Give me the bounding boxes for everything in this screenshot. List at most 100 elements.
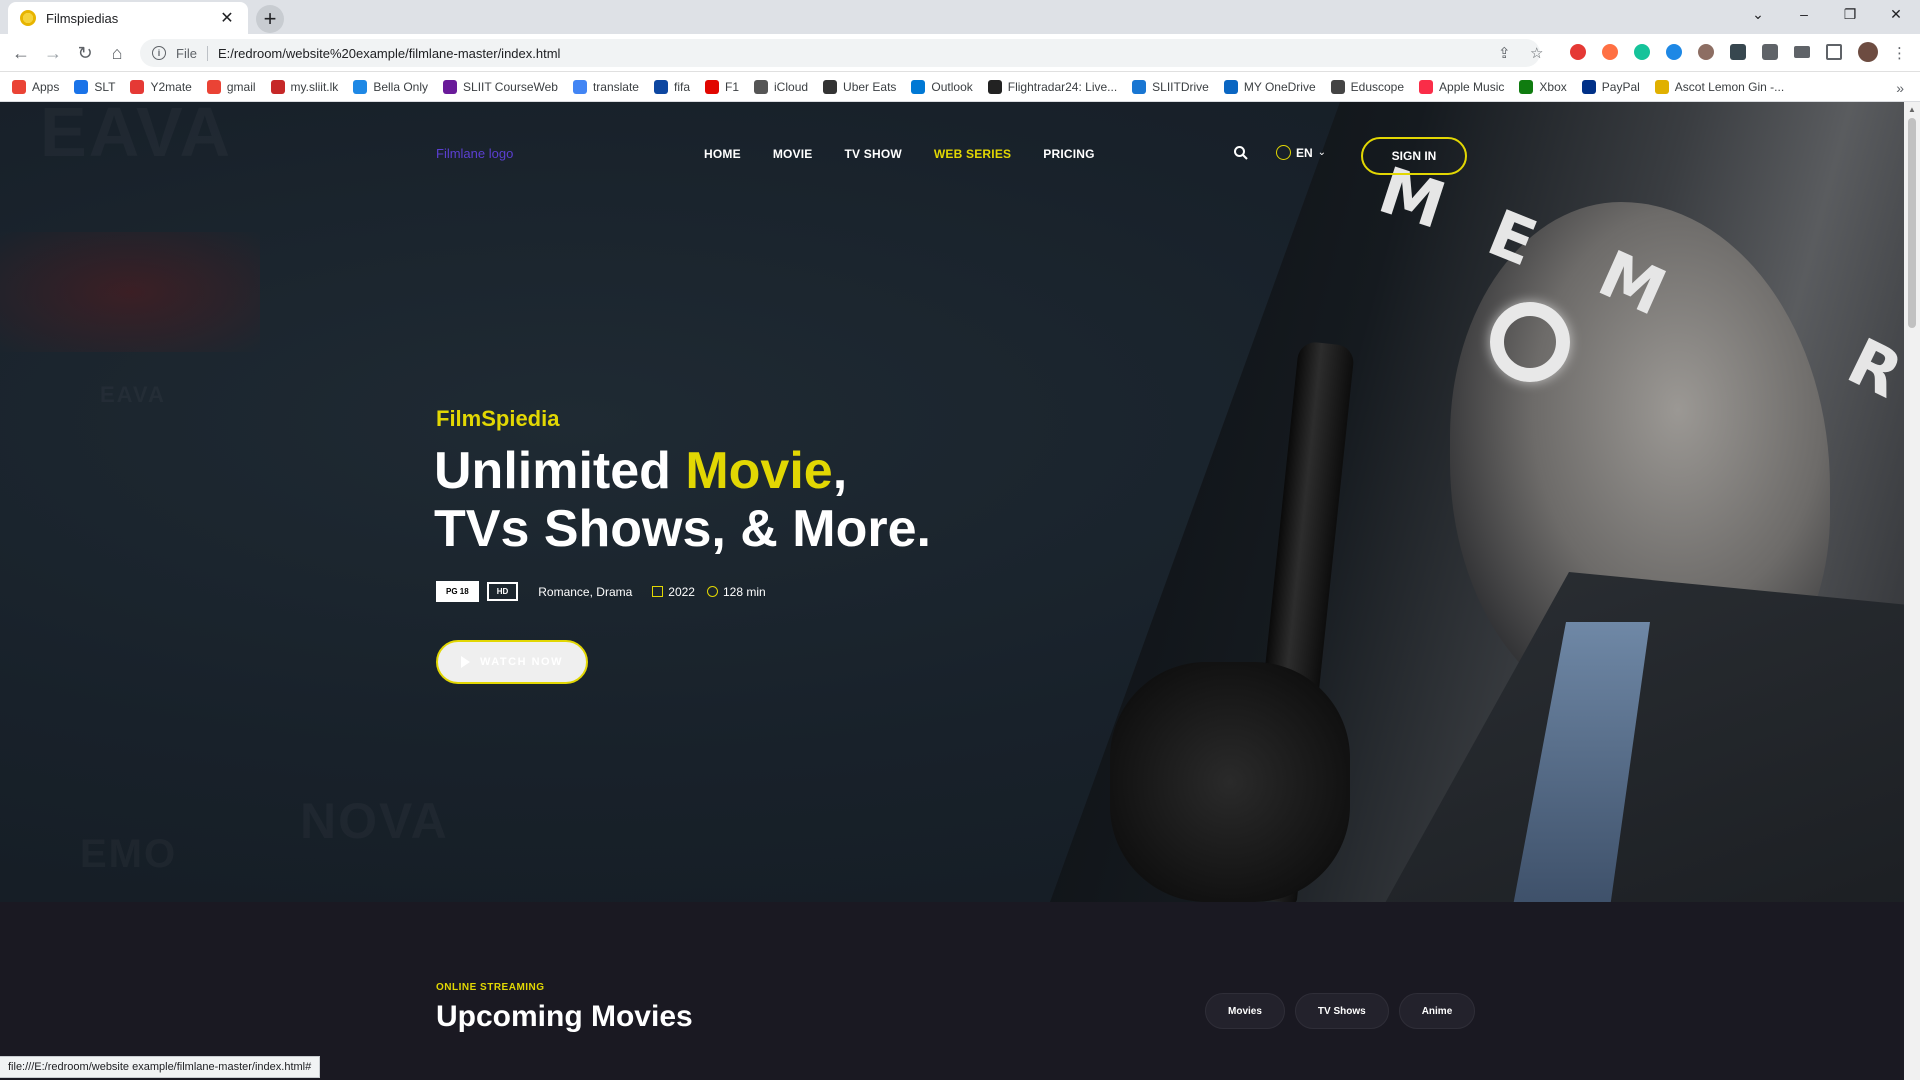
nav-home[interactable]: HOME [704,147,741,161]
bookmark-item[interactable]: translate [572,79,639,94]
nav-movie[interactable]: MOVIE [773,147,813,161]
extensions-puzzle-icon[interactable] [1762,44,1778,60]
language-selector[interactable]: EN ⌄ [1276,145,1326,160]
poster-coat [1380,572,1904,902]
bookmark-item[interactable]: Flightradar24: Live... [987,79,1118,94]
bookmark-favicon-icon [823,79,838,94]
reading-list-icon[interactable] [1794,46,1810,58]
side-panel-icon[interactable] [1826,44,1842,60]
bookmark-item[interactable]: gmail [206,79,256,94]
hero-bg-decor: EAVA [40,102,232,172]
hero-subtitle: FilmSpiedia [436,406,560,431]
tab-search-icon[interactable]: ⌄ [1735,0,1781,28]
sign-in-button[interactable]: SIGN IN [1361,137,1467,175]
browser-tab[interactable]: Filmspiedias ✕ [8,2,248,34]
bookmark-item[interactable]: SLIITDrive [1132,79,1209,94]
bookmark-label: Y2mate [150,79,192,94]
page-scrollbar[interactable]: ▲ [1904,102,1920,1080]
bookmark-label: SLIIT CourseWeb [463,79,558,94]
filter-anime-button[interactable]: Anime [1398,993,1476,1029]
cookie-extension-icon[interactable] [1698,44,1714,60]
bookmark-item[interactable]: MY OneDrive [1223,79,1316,94]
site-info-icon[interactable]: i [152,46,166,60]
bookmark-favicon-icon [1519,79,1534,94]
language-label: EN [1296,145,1313,160]
release-year: 2022 [668,584,695,599]
bookmark-label: Apps [32,79,60,94]
quality-badge: HD [486,582,519,601]
home-icon[interactable]: ⌂ [104,40,130,66]
bookmark-label: translate [592,79,639,94]
bookmark-label: Flightradar24: Live... [1007,79,1118,94]
back-arrow-icon[interactable]: ← [8,40,34,66]
bookmark-item[interactable]: Apps [12,79,60,94]
bookmarks-bar: Apps SLT Y2mate gmail my.sliit.lk Bella Only S… [0,72,1920,102]
reload-icon[interactable]: ↻ [72,40,98,66]
bookmark-star-icon[interactable]: ☆ [1530,44,1543,62]
bookmark-item[interactable]: Eduscope [1330,79,1404,94]
search-icon[interactable] [1233,145,1249,161]
watch-now-label: WATCH NOW [480,656,563,668]
bookmark-item[interactable]: Y2mate [130,79,192,94]
hero-bg-decor: NOVA [300,792,449,850]
bookmark-item[interactable]: SLIIT CourseWeb [443,79,558,94]
close-window-button[interactable]: ✕ [1873,0,1919,28]
fire-extension-icon[interactable] [1602,44,1618,60]
hero-title-part2: , [832,442,848,500]
bookmark-item[interactable]: PayPal [1581,79,1640,94]
restore-button[interactable]: ❐ [1827,0,1873,28]
site-logo[interactable]: Filmlane logo [436,146,513,161]
bookmark-item[interactable]: iCloud [754,79,808,94]
bookmark-item[interactable]: SLT [74,79,115,94]
scroll-up-icon[interactable]: ▲ [1908,105,1916,114]
share-icon[interactable]: ⇪ [1498,44,1511,62]
hero-title: Unlimited Movie, TVs Shows, & More. [434,442,931,558]
bookmark-item[interactable]: Xbox [1519,79,1567,94]
bookmark-favicon-icon [270,79,285,94]
address-bar[interactable]: i File E:/redroom/website%20example/film… [140,39,1540,67]
nav-tv-show[interactable]: TV SHOW [844,147,901,161]
bookmark-favicon-icon [911,79,926,94]
scrollbar-thumb[interactable] [1908,118,1916,328]
profile-avatar[interactable] [1858,42,1878,62]
bookmark-item[interactable]: Apple Music [1419,79,1504,94]
bookmark-item[interactable]: Ascot Lemon Gin -... [1654,79,1784,94]
bookmark-favicon-icon [1419,79,1434,94]
section-kicker: ONLINE STREAMING [436,982,545,993]
forward-arrow-icon[interactable]: → [40,40,66,66]
filter-movies-button[interactable]: Movies [1205,993,1285,1029]
duration: 128 min [722,584,766,599]
bookmark-favicon-icon [12,79,26,94]
minimize-button[interactable]: – [1781,0,1827,28]
nav-web-series[interactable]: WEB SERIES [934,147,1011,161]
filter-tv-shows-button[interactable]: TV Shows [1294,993,1389,1029]
bookmark-label: my.sliit.lk [290,79,339,94]
genre-list: Romance, Drama [538,584,633,599]
bookmark-item[interactable]: my.sliit.lk [270,79,339,94]
mask-extension-icon[interactable] [1730,44,1746,60]
hero-title-part1: Unlimited [434,442,686,500]
bookmark-item[interactable]: F1 [705,79,739,94]
tab-close-icon[interactable]: ✕ [218,8,236,28]
hero-title-highlight: Movie [685,442,833,500]
bookmark-item[interactable]: Outlook [911,79,973,94]
tab-favicon-icon [20,10,36,26]
watch-now-button[interactable]: WATCH NOW [436,640,588,684]
bookmark-label: SLIITDrive [1152,79,1209,94]
bullet-hole-icon [1490,302,1570,382]
bookmark-label: PayPal [1601,79,1640,94]
new-tab-button[interactable]: + [256,5,284,33]
grammarly-extension-icon[interactable] [1634,44,1650,60]
bookmark-item[interactable]: Bella Only [353,79,428,94]
opera-extension-icon[interactable] [1570,44,1586,60]
bookmark-favicon-icon [1330,79,1345,94]
hero-bg-decor [0,232,260,352]
bookmark-item[interactable]: fifa [653,79,690,94]
url-text[interactable]: E:/redroom/website%20example/filmlane-ma… [218,46,560,61]
bookmark-item[interactable]: Uber Eats [823,79,896,94]
movie-meta: PG 18 HD Romance, Drama 2022 128 min [436,581,766,602]
menu-kebab-icon[interactable]: ⋮ [1892,44,1907,62]
blue-extension-icon[interactable] [1666,44,1682,60]
bookmarks-overflow-icon[interactable]: » [1896,80,1904,96]
nav-pricing[interactable]: PRICING [1043,147,1094,161]
